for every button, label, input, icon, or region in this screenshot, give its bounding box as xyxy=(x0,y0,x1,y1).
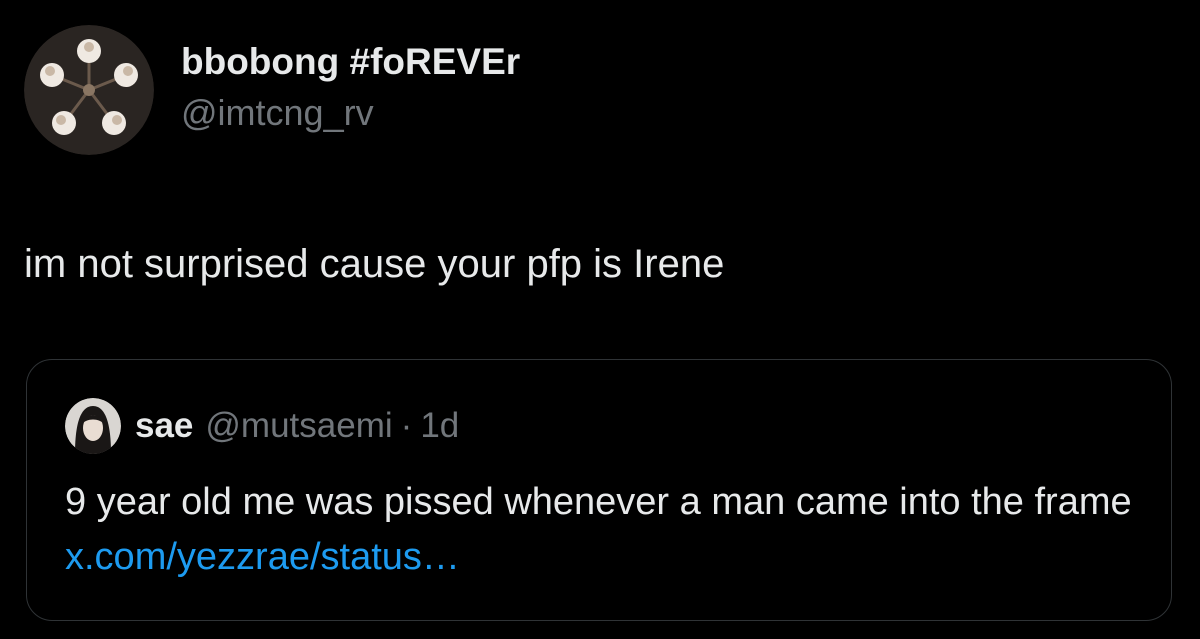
quoted-tweet-link[interactable]: x.com/yezzrae/status… xyxy=(65,536,460,578)
quoted-tweet-header: sae @mutsaemi · 1d xyxy=(65,398,459,454)
avatar-image xyxy=(65,398,121,454)
quoted-author-avatar[interactable] xyxy=(65,398,121,454)
tweet-text: im not surprised cause your pfp is Irene xyxy=(24,242,725,286)
avatar-image xyxy=(24,25,154,155)
quoted-author-handle[interactable]: @mutsaemi xyxy=(205,406,392,446)
quoted-author-name[interactable]: sae xyxy=(135,406,193,446)
quoted-tweet-body: 9 year old me was pissed whenever a man … xyxy=(65,481,1132,523)
quoted-tweet[interactable]: sae @mutsaemi · 1d 9 year old me was pis… xyxy=(26,359,1172,621)
author-display-name[interactable]: bbobong #foREVEr xyxy=(181,40,520,84)
author-info: bbobong #foREVEr @imtcng_rv xyxy=(181,40,520,134)
author-handle[interactable]: @imtcng_rv xyxy=(181,92,520,134)
tweet: bbobong #foREVEr @imtcng_rv im not surpr… xyxy=(0,0,1200,639)
author-avatar[interactable] xyxy=(24,25,154,155)
separator-dot: · xyxy=(400,406,413,445)
quoted-tweet-text: 9 year old me was pissed whenever a man … xyxy=(65,475,1145,585)
quoted-timestamp[interactable]: 1d xyxy=(420,406,459,446)
